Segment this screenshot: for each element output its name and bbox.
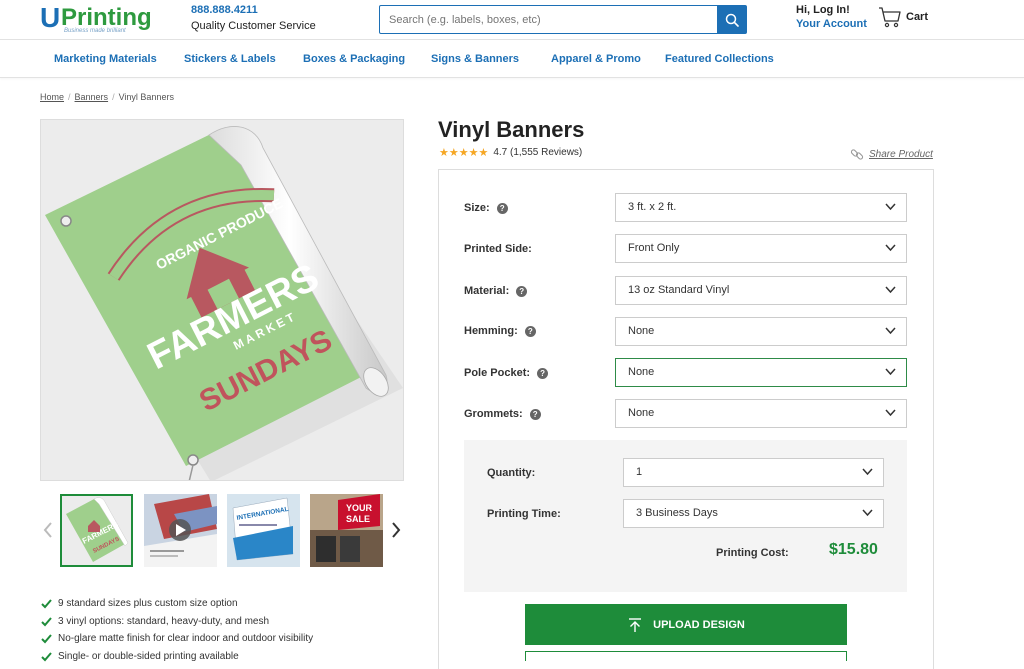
- customer-service-label: Quality Customer Service: [191, 20, 316, 32]
- product-rating[interactable]: ★★★★★ 4.7 (1,555 Reviews): [439, 146, 582, 159]
- breadcrumb-current: Vinyl Banners: [118, 92, 174, 102]
- help-icon[interactable]: ?: [516, 285, 528, 297]
- feature-text: 9 standard sizes plus custom size option: [58, 598, 238, 609]
- printing-time-label: Printing Time:: [487, 508, 561, 520]
- thumb-sale-text: SALE: [346, 514, 370, 524]
- site-header: U Printing Business made brilliant 888.8…: [0, 0, 1024, 40]
- nav-signs-banners[interactable]: Signs & Banners: [431, 53, 519, 65]
- quantity-select[interactable]: 1: [623, 458, 884, 487]
- breadcrumb-separator: /: [68, 92, 71, 102]
- help-icon[interactable]: ?: [496, 202, 508, 214]
- thumbnail-3[interactable]: INTERNATIONAL: [227, 494, 300, 567]
- printed-side-select[interactable]: Front Only: [615, 234, 907, 263]
- star-rating-icon: ★★★★★: [439, 147, 489, 159]
- search-bar: [379, 5, 747, 34]
- nav-boxes-packaging[interactable]: Boxes & Packaging: [303, 53, 405, 65]
- secondary-action-button[interactable]: [525, 651, 847, 661]
- help-icon[interactable]: ?: [537, 367, 549, 379]
- search-input[interactable]: [380, 6, 717, 33]
- upload-design-label: UPLOAD DESIGN: [653, 618, 745, 631]
- chevron-down-icon: [885, 286, 896, 294]
- chevron-down-icon: [862, 468, 873, 476]
- check-icon: [41, 634, 52, 644]
- feature-item: 3 vinyl options: standard, heavy-duty, a…: [40, 616, 420, 634]
- feature-item: No-glare matte finish for clear indoor a…: [40, 633, 420, 651]
- printed-side-label: Printed Side:: [464, 243, 532, 255]
- main-nav: Marketing Materials Stickers & Labels Bo…: [0, 40, 1024, 78]
- search-button[interactable]: [717, 6, 746, 33]
- feature-text: Single- or double-sided printing availab…: [58, 650, 239, 662]
- nav-featured-collections[interactable]: Featured Collections: [665, 53, 774, 65]
- printing-cost-label: Printing Cost:: [716, 547, 789, 559]
- cart-label[interactable]: Cart: [906, 11, 928, 23]
- feature-item: 9 standard sizes plus custom size option: [40, 598, 420, 616]
- feature-text: 3 vinyl options: standard, heavy-duty, a…: [58, 615, 270, 627]
- product-title: Vinyl Banners: [438, 117, 585, 142]
- material-select[interactable]: 13 oz Standard Vinyl: [615, 276, 907, 305]
- help-icon[interactable]: ?: [529, 408, 541, 420]
- product-main-image[interactable]: ORGANIC PRODUCE FARMERS MARKET SUNDAYS: [40, 119, 404, 481]
- printing-cost-value: $15.80: [829, 541, 878, 558]
- thumbnail-1[interactable]: FARMERS SUNDAYS: [60, 494, 133, 567]
- quantity-label: Quantity:: [487, 467, 536, 479]
- cart-icon[interactable]: [878, 5, 902, 29]
- pole-pocket-label: Pole Pocket:?: [464, 367, 549, 379]
- feature-text: No-glare matte finish for clear indoor a…: [58, 633, 314, 644]
- nav-marketing-materials[interactable]: Marketing Materials: [54, 53, 157, 65]
- uprinting-logo[interactable]: U Printing Business made brilliant: [40, 4, 160, 36]
- chevron-down-icon: [885, 368, 896, 376]
- nav-apparel-promo[interactable]: Apparel & Promo: [551, 53, 641, 65]
- hemming-select[interactable]: None: [615, 317, 907, 346]
- chevron-down-icon: [885, 244, 896, 252]
- thumb-your-text: YOUR: [346, 503, 373, 513]
- search-icon: [725, 13, 739, 27]
- thumb-next-arrow-icon[interactable]: [390, 520, 402, 540]
- material-label: Material:?: [464, 285, 528, 297]
- chevron-down-icon: [885, 409, 896, 417]
- thumb-prev-arrow-icon[interactable]: [42, 520, 54, 540]
- review-count[interactable]: (1,555 Reviews): [510, 147, 582, 158]
- check-icon: [41, 651, 52, 661]
- breadcrumb-banners[interactable]: Banners: [75, 92, 109, 102]
- breadcrumb-separator: /: [112, 92, 115, 102]
- thumbnail-4[interactable]: YOUR SALE: [310, 494, 383, 567]
- chevron-down-icon: [885, 203, 896, 211]
- thumbnail-2-video[interactable]: [144, 494, 217, 567]
- pole-pocket-select[interactable]: None: [615, 358, 907, 387]
- feature-item: Single- or double-sided printing availab…: [40, 651, 420, 669]
- grommets-label: Grommets:?: [464, 408, 541, 420]
- size-label: Size:?: [464, 202, 508, 214]
- grommets-select[interactable]: None: [615, 399, 907, 428]
- nav-stickers-labels[interactable]: Stickers & Labels: [184, 53, 276, 65]
- share-product-label: Share Product: [869, 148, 933, 160]
- printing-time-select[interactable]: 3 Business Days: [623, 499, 884, 528]
- check-icon: [41, 616, 52, 626]
- logo-u: U: [40, 2, 61, 33]
- account-link[interactable]: Your Account: [796, 18, 867, 30]
- rating-value: 4.7: [493, 147, 508, 158]
- breadcrumb: Home / Banners / Vinyl Banners: [40, 92, 174, 102]
- hemming-label: Hemming:?: [464, 325, 536, 337]
- banner-illustration: ORGANIC PRODUCE FARMERS MARKET SUNDAYS: [45, 126, 403, 480]
- size-select[interactable]: 3 ft. x 2 ft.: [615, 193, 907, 222]
- login-link[interactable]: Hi, Log In!: [796, 4, 850, 16]
- link-icon: [850, 149, 864, 160]
- upload-design-button[interactable]: UPLOAD DESIGN: [525, 604, 847, 645]
- feature-list: 9 standard sizes plus custom size option…: [40, 598, 420, 668]
- logo-tagline: Business made brilliant: [64, 28, 126, 34]
- upload-icon: [629, 617, 642, 632]
- chevron-down-icon: [862, 509, 873, 517]
- share-product-link[interactable]: Share Product: [850, 147, 933, 161]
- check-icon: [41, 599, 52, 609]
- breadcrumb-home[interactable]: Home: [40, 92, 64, 102]
- chevron-down-icon: [885, 327, 896, 335]
- phone-number[interactable]: 888.888.4211: [191, 4, 258, 16]
- help-icon[interactable]: ?: [524, 325, 536, 337]
